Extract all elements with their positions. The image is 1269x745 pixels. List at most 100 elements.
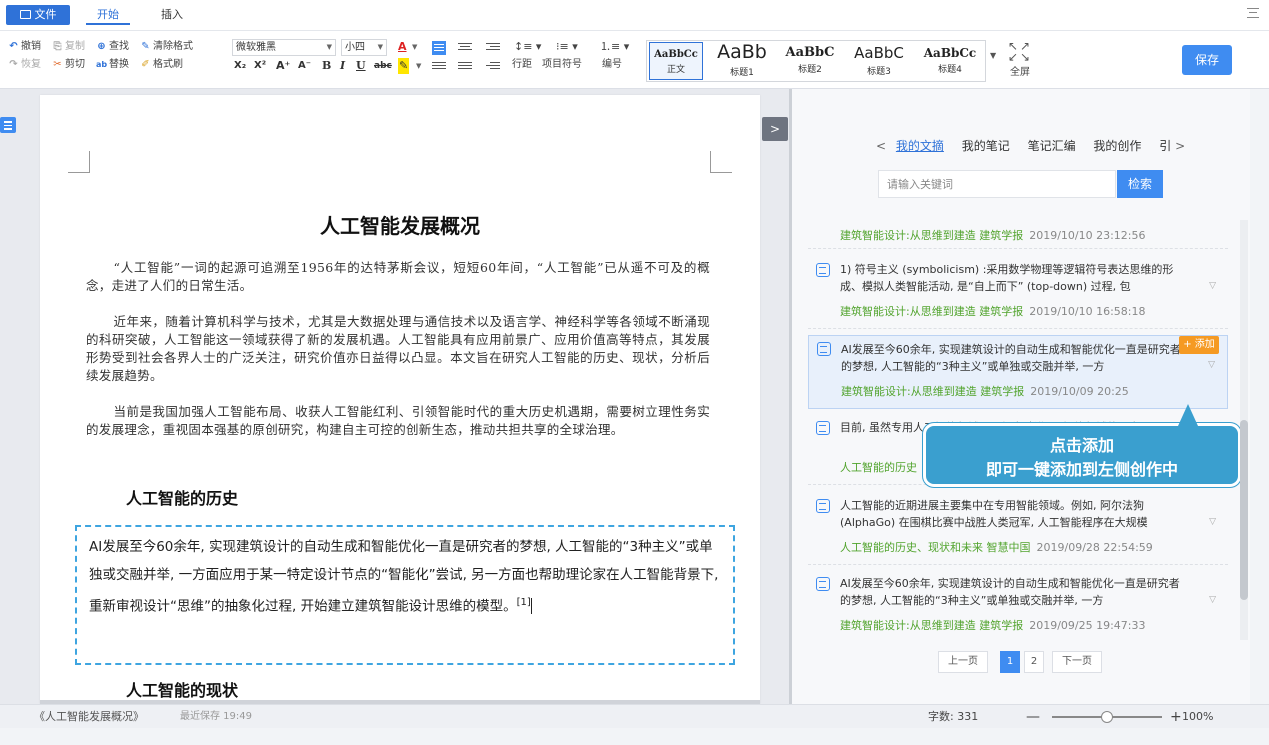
excerpt-icon — [817, 342, 831, 356]
page-1-button[interactable]: 1 — [1000, 651, 1020, 673]
align-right-icon[interactable] — [486, 41, 500, 55]
style-heading1[interactable]: AaBb 标题1 — [707, 41, 777, 81]
scrollbar-thumb[interactable] — [1240, 420, 1248, 600]
chevron-down-icon[interactable]: ▽ — [1209, 595, 1216, 605]
paragraph-2[interactable]: 近年来，随着计算机科学与技术，尤其是大数据处理与通信技术以及语言学、神经科学等各… — [86, 313, 710, 385]
style-heading3[interactable]: AaBbC 标题3 — [843, 41, 915, 81]
numbered-list-icon[interactable]: ⒈≡ ▾ — [600, 39, 629, 55]
document-page[interactable]: 人工智能发展概况 “人工智能”一词的起源可追溯至1956年的达特茅斯会议，短短6… — [40, 95, 760, 704]
heading-status[interactable]: 人工智能的现状 — [126, 677, 238, 701]
collapse-ribbon-icon[interactable] — [1247, 8, 1259, 18]
copy-button[interactable]: ⎘ 复制 — [52, 39, 86, 55]
tab-my-creations[interactable]: 我的创作 — [1093, 137, 1141, 154]
excerpt-time: 2019/10/10 16:58:18 — [1029, 305, 1146, 318]
shrink-font-button[interactable]: A⁻ — [298, 58, 311, 74]
font-size-select[interactable]: 小四 ▼ — [341, 39, 387, 56]
zoom-level: 100% — [1182, 710, 1214, 723]
tab-note-compile[interactable]: 笔记汇编 — [1028, 137, 1076, 154]
tab-prev-icon[interactable]: < — [876, 139, 886, 153]
align-justify-icon[interactable] — [432, 60, 446, 74]
zoom-out-button[interactable]: — — [1026, 705, 1040, 729]
excerpt-item[interactable]: 人工智能的近期进展主要集中在专用智能领域。例如, 阿尔法狗(AlphaGo) 在… — [808, 493, 1228, 565]
line-spacing-label[interactable]: 行距 — [512, 57, 532, 73]
fullscreen-button[interactable]: ↖↗ ↙↘ 全屏 — [1000, 40, 1040, 78]
paragraph-1[interactable]: “人工智能”一词的起源可追溯至1956年的达特茅斯会议，短短60年间，“人工智能… — [86, 259, 710, 295]
document-title[interactable]: 人工智能发展概况 — [40, 210, 760, 239]
menu-file[interactable]: 文件 — [6, 5, 70, 25]
find-button[interactable]: ⊕ 查找 — [96, 39, 129, 55]
gallery-more-icon[interactable]: ▼ — [990, 51, 996, 60]
excerpt-item-highlighted[interactable]: AI发展至今60余年, 实现建筑设计的自动生成和智能优化一直是研究者的梦想, 人… — [808, 335, 1228, 409]
next-page-button[interactable]: 下一页 — [1052, 651, 1102, 673]
style-normal[interactable]: AaBbCc 正文 — [649, 42, 703, 80]
subscript-button[interactable]: X₂ — [234, 58, 246, 74]
indent-icon[interactable] — [486, 60, 500, 74]
font-color-button[interactable]: A — [398, 39, 407, 55]
cut-button[interactable]: ✂ 剪切 — [52, 57, 85, 73]
bold-button[interactable]: B — [322, 58, 331, 74]
paragraph-3[interactable]: 当前是我国加强人工智能布局、收获人工智能红利、引领智能时代的重大历史机遇期，需要… — [86, 403, 710, 439]
zoom-slider-handle[interactable] — [1101, 711, 1113, 723]
italic-button[interactable]: I — [340, 58, 345, 74]
prev-page-button[interactable]: 上一页 — [938, 651, 988, 673]
excerpt-time: 2019/09/25 19:47:33 — [1029, 619, 1146, 632]
tab-citations[interactable]: 引 — [1159, 137, 1171, 154]
style-heading2[interactable]: AaBbC 标题2 — [779, 41, 841, 81]
numbering-label[interactable]: 编号 — [602, 57, 622, 73]
align-center-icon[interactable] — [458, 41, 472, 55]
excerpt-source[interactable]: 建筑智能设计:从思维到建造 建筑学报 — [840, 229, 1023, 242]
dropdown-arrow-icon[interactable]: ▼ — [412, 39, 417, 55]
highlight-icon[interactable]: ✎ — [398, 58, 410, 74]
page-2-button[interactable]: 2 — [1024, 651, 1044, 673]
excerpt-item[interactable]: 1) 符号主义 (symbolicism) :采用数学物理等逻辑符号表达思维的形… — [808, 257, 1228, 329]
clear-format-button[interactable]: ✎ 清除格式 — [140, 39, 193, 55]
heading-history[interactable]: 人工智能的历史 — [126, 485, 238, 509]
zoom-in-button[interactable]: + — [1170, 705, 1182, 729]
chevron-down-icon[interactable]: ▽ — [1209, 281, 1216, 291]
menu-insert[interactable]: 插入 — [152, 5, 192, 25]
replace-button[interactable]: ab 替换 — [96, 57, 129, 73]
tab-my-notes[interactable]: 我的笔记 — [962, 137, 1010, 154]
add-hint-tooltip: 点击添加 即可一键添加到左侧创作中 — [926, 404, 1238, 484]
excerpt-item[interactable]: AI发展至今60余年, 实现建筑设计的自动生成和智能优化一直是研究者的梦想, 人… — [808, 571, 1228, 639]
tab-next-icon[interactable]: > — [1175, 139, 1185, 153]
excerpt-source[interactable]: 人工智能的历史、现状和未来 智慧中国 — [840, 541, 1031, 554]
strikethrough-button[interactable]: abc — [374, 58, 392, 74]
tab-my-excerpts[interactable]: 我的文摘 — [896, 137, 944, 154]
footnote-ref[interactable]: [1] — [517, 597, 531, 608]
excerpt-source[interactable]: 人工智能的历史 — [840, 461, 917, 474]
font-family-select[interactable]: 微软雅黑 ▼ — [232, 39, 336, 56]
chevron-down-icon[interactable]: ▽ — [1209, 517, 1216, 527]
superscript-button[interactable]: X² — [254, 58, 266, 74]
bullet-list-icon[interactable]: ⁝≡ ▾ — [556, 39, 578, 55]
excerpt-item[interactable]: 建筑智能设计:从思维到建造 建筑学报 2019/10/10 23:12:56 — [808, 219, 1228, 249]
save-button[interactable]: 保存 — [1182, 45, 1232, 75]
align-left-icon[interactable] — [432, 41, 446, 55]
page-corner-mark — [710, 151, 732, 173]
style-heading4[interactable]: AaBbCc 标题4 — [915, 41, 985, 81]
undo-button[interactable]: ↶ 撤销 — [8, 39, 41, 55]
collapse-panel-button[interactable]: > — [762, 117, 788, 141]
add-to-document-button[interactable]: + 添加 — [1179, 336, 1219, 354]
search-input[interactable] — [878, 170, 1116, 198]
underline-button[interactable]: U — [356, 58, 366, 74]
line-spacing-icon[interactable]: ↕≡ ▾ — [514, 39, 541, 55]
document-name: 《人工智能发展概况》 — [34, 710, 144, 723]
panel-scrollbar[interactable] — [1240, 220, 1248, 640]
dropdown-arrow-icon[interactable]: ▼ — [416, 58, 421, 74]
bullets-label[interactable]: 项目符号 — [542, 57, 582, 73]
outline-toggle-icon[interactable] — [0, 117, 16, 133]
redo-button[interactable]: ↷ 恢复 — [8, 57, 41, 73]
excerpt-source[interactable]: 建筑智能设计:从思维到建造 建筑学报 — [841, 385, 1024, 398]
grow-font-button[interactable]: A⁺ — [276, 58, 290, 74]
inserted-excerpt-box[interactable]: AI发展至今60余年, 实现建筑设计的自动生成和智能优化一直是研究者的梦想, 人… — [75, 525, 735, 665]
format-painter-button[interactable]: ✐ 格式刷 — [140, 57, 183, 73]
chevron-down-icon[interactable]: ▽ — [1208, 360, 1215, 370]
inserted-excerpt-text[interactable]: AI发展至今60余年, 实现建筑设计的自动生成和智能优化一直是研究者的梦想, 人… — [89, 533, 723, 621]
search-button[interactable]: 检索 — [1117, 170, 1163, 198]
excerpt-source[interactable]: 建筑智能设计:从思维到建造 建筑学报 — [840, 619, 1023, 632]
distribute-icon[interactable] — [458, 60, 472, 74]
tooltip-line-1: 点击添加 — [1049, 436, 1114, 455]
excerpt-source[interactable]: 建筑智能设计:从思维到建造 建筑学报 — [840, 305, 1023, 318]
menu-start[interactable]: 开始 — [86, 5, 130, 25]
